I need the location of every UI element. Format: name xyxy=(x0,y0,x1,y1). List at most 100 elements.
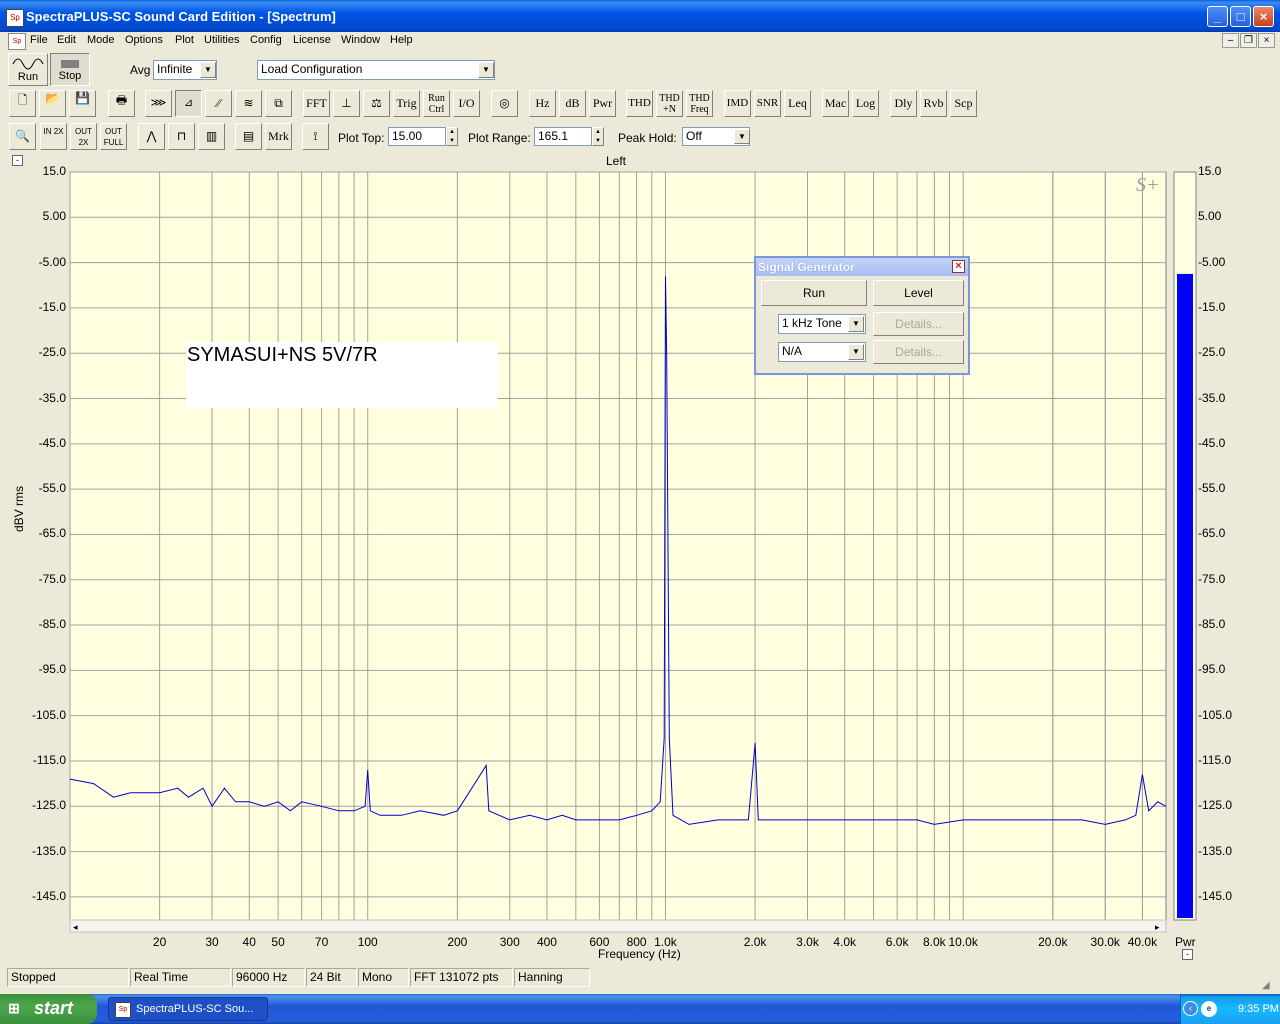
run-ctrl-button[interactable]: Run Ctrl xyxy=(423,90,450,117)
peak-hold-dropdown-icon[interactable]: ▼ xyxy=(734,129,750,144)
imd-button[interactable]: IMD xyxy=(724,90,751,117)
io-button[interactable]: I/O xyxy=(453,90,480,117)
menu-window[interactable]: Window xyxy=(337,33,384,48)
document-icon[interactable]: Sp xyxy=(8,33,26,50)
siggen-level-button[interactable]: Level xyxy=(873,280,964,306)
scale-icon[interactable]: ⟟ xyxy=(302,123,329,150)
stop-icon xyxy=(61,60,79,68)
zoom-icon[interactable]: 🔍 xyxy=(9,123,36,150)
signal-generator-titlebar[interactable]: Signal Generator × xyxy=(756,258,968,276)
menu-edit[interactable]: Edit xyxy=(53,33,80,48)
app-icon[interactable]: Sp xyxy=(6,9,24,27)
y-tick-label: 5.00 xyxy=(42,209,66,224)
menu-license[interactable]: License xyxy=(289,33,335,48)
line-plot-icon[interactable]: ⋀ xyxy=(138,123,165,150)
menu-help[interactable]: Help xyxy=(386,33,417,48)
spectrogram-icon[interactable]: ≋ xyxy=(235,90,262,117)
sampling-icon[interactable]: ⊥ xyxy=(333,90,360,117)
print-icon[interactable]: 🖶 xyxy=(108,90,135,117)
leq-button[interactable]: Leq xyxy=(784,90,811,117)
siggen-run-button[interactable]: Run xyxy=(761,280,867,306)
pwr-collapse-icon[interactable]: - xyxy=(1182,949,1193,960)
zoom-out-full-button[interactable]: OUT FULL xyxy=(100,123,127,150)
3d-surface-icon[interactable]: ⧉ xyxy=(265,90,292,117)
fft-button[interactable]: FFT xyxy=(303,90,330,117)
menu-plot[interactable]: Plot xyxy=(171,33,198,48)
menu-mode[interactable]: Mode xyxy=(83,33,119,48)
pwr-tick-label: -115.0 xyxy=(1198,752,1232,767)
mac-button[interactable]: Mac xyxy=(822,90,849,117)
menu-file[interactable]: File xyxy=(26,33,52,48)
plot-range-spinner[interactable]: ▲ ▼ xyxy=(592,127,604,146)
close-icon[interactable]: × xyxy=(952,260,965,273)
step-plot-icon[interactable]: ⊓ xyxy=(168,123,195,150)
waveform-dropdown-icon[interactable]: ▼ xyxy=(848,316,864,332)
pwr-meter-bar xyxy=(1177,273,1193,918)
y-tick-label: -35.0 xyxy=(38,390,66,405)
signal-generator-icon[interactable]: ◎ xyxy=(491,90,518,117)
pwr-button[interactable]: Pwr xyxy=(589,90,616,117)
plot-range-label: Plot Range: xyxy=(468,131,531,145)
plot-top-spinner[interactable]: ▲ ▼ xyxy=(446,127,458,146)
phase-icon[interactable]: ∕∕ xyxy=(205,90,232,117)
menu-utilities[interactable]: Utilities xyxy=(200,33,243,48)
bar-plot-icon[interactable]: ▥ xyxy=(198,123,225,150)
plot-top-input[interactable]: 15.00 xyxy=(388,127,446,146)
menu-options[interactable]: Options xyxy=(121,33,167,48)
maximize-button[interactable]: □ xyxy=(1230,6,1251,27)
log-button[interactable]: Log xyxy=(852,90,879,117)
db-button[interactable]: dB xyxy=(559,90,586,117)
thd-n-button[interactable]: THD +N xyxy=(656,90,683,117)
siggen-details-button-1[interactable]: Details... xyxy=(873,312,964,336)
thd-freq-button[interactable]: THD Freq xyxy=(686,90,713,117)
close-button[interactable]: × xyxy=(1253,6,1274,27)
load-configuration-select[interactable]: Load Configuration xyxy=(257,60,495,80)
mdi-close-button[interactable]: × xyxy=(1258,33,1275,48)
x-tick-label: 2.0k xyxy=(743,935,767,949)
pwr-tick-label: 5.00 xyxy=(1198,209,1222,224)
calibration-icon[interactable]: ⚖ xyxy=(363,90,390,117)
zoom-in-2x-button[interactable]: IN 2X xyxy=(40,123,67,150)
plot-range-input[interactable]: 165.1 xyxy=(534,127,592,146)
avg-dropdown-icon[interactable]: ▼ xyxy=(200,62,216,78)
trig-button[interactable]: Trig xyxy=(393,90,420,117)
save-icon[interactable]: 💾 xyxy=(69,90,96,117)
tray-app-icon[interactable]: e xyxy=(1201,1001,1217,1017)
mdi-restore-button[interactable]: ❐ xyxy=(1240,33,1257,48)
pwr-tick-label: -145.0 xyxy=(1198,888,1233,903)
stop-label: Stop xyxy=(58,70,82,82)
menu-config[interactable]: Config xyxy=(246,33,286,48)
zoom-out-2x-button[interactable]: OUT 2X xyxy=(70,123,97,150)
load-config-dropdown-icon[interactable]: ▼ xyxy=(478,62,494,78)
open-icon[interactable]: 📂 xyxy=(39,90,66,117)
tray-expand-icon[interactable]: ‹ xyxy=(1183,1001,1198,1016)
start-button[interactable]: ⊞ start xyxy=(0,994,97,1024)
marker-button[interactable]: Mrk xyxy=(265,123,292,150)
resize-grip-icon[interactable]: ◢ xyxy=(1262,980,1270,991)
y-tick-label: -75.0 xyxy=(38,571,66,586)
run-button[interactable]: Run xyxy=(8,53,48,86)
snr-button[interactable]: SNR xyxy=(754,90,781,117)
rvb-button[interactable]: Rvb xyxy=(920,90,947,117)
x-tick-label: 40.0k xyxy=(1127,935,1158,949)
taskbar-item[interactable]: Sp SpectraPLUS-SC Sou... xyxy=(108,997,268,1021)
mdi-minimize-button[interactable]: – xyxy=(1222,33,1239,48)
y-tick-label: -5.00 xyxy=(38,254,66,269)
y-axis-title: dBV rms xyxy=(12,485,26,532)
time-series-icon[interactable]: ⋙ xyxy=(145,90,172,117)
hz-button[interactable]: Hz xyxy=(529,90,556,117)
spectrum-chart[interactable]: ◂ ▸ xyxy=(6,152,1274,964)
dly-button[interactable]: Dly xyxy=(890,90,917,117)
pwr-tick-label: -105.0 xyxy=(1198,707,1233,722)
spectrum-icon[interactable]: ⊿ xyxy=(175,90,202,117)
stop-button[interactable]: Stop xyxy=(50,53,90,86)
new-icon[interactable]: 🗋 xyxy=(9,90,36,117)
y-tick-label: 15.0 xyxy=(42,164,66,178)
scp-button[interactable]: Scp xyxy=(950,90,977,117)
thd-button[interactable]: THD xyxy=(626,90,653,117)
x-tick-label: 400 xyxy=(536,935,557,949)
channel-dropdown-icon[interactable]: ▼ xyxy=(848,344,864,360)
minimize-button[interactable]: _ xyxy=(1207,6,1228,27)
siggen-details-button-2[interactable]: Details... xyxy=(873,340,964,364)
overlay-icon[interactable]: ▤ xyxy=(235,123,262,150)
